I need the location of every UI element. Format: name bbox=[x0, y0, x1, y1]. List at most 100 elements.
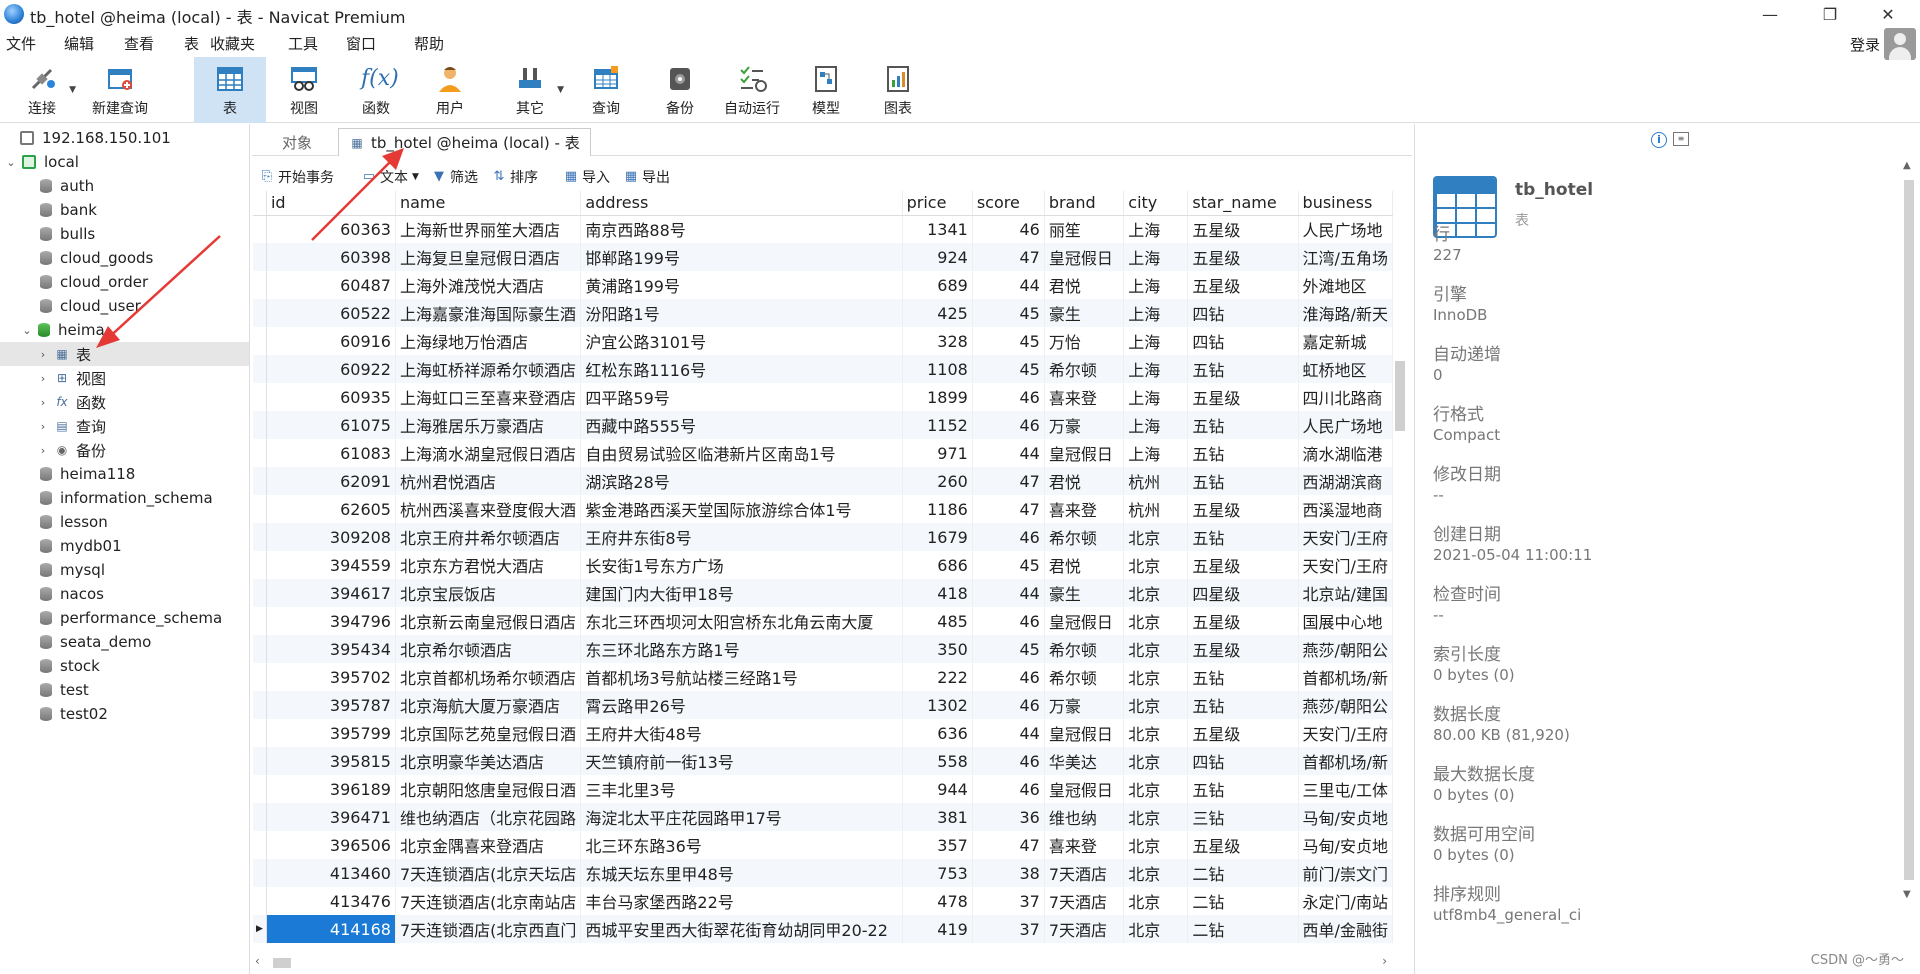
cell-star-name[interactable]: 五星级 bbox=[1187, 831, 1299, 859]
cell-name[interactable]: 北京海航大厦万豪酒店 bbox=[395, 691, 582, 719]
cell-city[interactable]: 北京 bbox=[1123, 887, 1189, 915]
cell-business[interactable]: 首都机场/新 bbox=[1298, 747, 1393, 775]
cell-name[interactable]: 上海新世界丽笙大酒店 bbox=[395, 215, 582, 243]
cell-score[interactable]: 45 bbox=[972, 299, 1045, 327]
table-row[interactable]: 60398 上海复旦皇冠假日酒店 邯郸路199号 924 47 皇冠假日 上海 五星级 江湾/五… bbox=[253, 243, 1393, 271]
cell-score[interactable]: 47 bbox=[972, 243, 1045, 271]
table-row[interactable]: 60922 上海虹桥祥源希尔顿酒店 红松东路1116号 1108 45 希尔顿 上海 五钻 虹桥… bbox=[253, 355, 1393, 383]
cell-brand[interactable]: 君悦 bbox=[1044, 551, 1125, 579]
cell-id[interactable]: 413460 bbox=[266, 859, 396, 887]
cell-brand[interactable]: 皇冠假日 bbox=[1044, 607, 1125, 635]
cell-name[interactable]: 维也纳酒店（北京花园路 bbox=[395, 803, 582, 831]
cell-score[interactable]: 44 bbox=[972, 271, 1045, 299]
minimize-button[interactable]: — bbox=[1744, 0, 1796, 28]
cell-star-name[interactable]: 四星级 bbox=[1187, 579, 1299, 607]
cell-id[interactable]: 61075 bbox=[266, 411, 396, 439]
other-button[interactable]: 其它 ▼ bbox=[494, 57, 566, 123]
cell-business[interactable]: 天安门/王府 bbox=[1298, 719, 1393, 747]
row-marker[interactable] bbox=[253, 747, 268, 775]
table-row[interactable]: 60487 上海外滩茂悦大酒店 黄浦路199号 689 44 君悦 上海 五星级 外滩地区 bbox=[253, 271, 1393, 299]
table-row[interactable]: 62091 杭州君悦酒店 湖滨路28号 260 47 君悦 杭州 五钻 西湖湖滨商 bbox=[253, 467, 1393, 495]
table-row[interactable]: 60363 上海新世界丽笙大酒店 南京西路88号 1341 46 丽笙 上海 五星级 人民广场地 bbox=[253, 215, 1393, 243]
cell-address[interactable]: 紫金港路西溪天堂国际旅游综合体1号 bbox=[580, 495, 903, 523]
cell-address[interactable]: 汾阳路1号 bbox=[580, 299, 903, 327]
cell-star-name[interactable]: 五星级 bbox=[1187, 719, 1299, 747]
table-button[interactable]: 表 bbox=[194, 57, 266, 123]
cell-name[interactable]: 上海虹桥祥源希尔顿酒店 bbox=[395, 355, 582, 383]
cell-star-name[interactable]: 二钻 bbox=[1187, 859, 1299, 887]
current-row-marker-icon[interactable]: ▶ bbox=[253, 915, 268, 943]
row-marker[interactable] bbox=[253, 383, 268, 411]
cell-city[interactable]: 北京 bbox=[1123, 691, 1189, 719]
cell-price[interactable]: 1302 bbox=[902, 691, 973, 719]
menu-view[interactable]: 查看 bbox=[124, 33, 154, 54]
cell-name[interactable]: 北京新云南皇冠假日酒店 bbox=[395, 607, 582, 635]
cell-business[interactable]: 国展中心地 bbox=[1298, 607, 1393, 635]
cell-star-name[interactable]: 五星级 bbox=[1187, 383, 1299, 411]
table-row[interactable]: 61075 上海雅居乐万豪酒店 西藏中路555号 1152 46 万豪 上海 五钻 人民广场地 bbox=[253, 411, 1393, 439]
row-marker[interactable] bbox=[253, 327, 268, 355]
cell-brand[interactable]: 皇冠假日 bbox=[1044, 243, 1125, 271]
cell-price[interactable]: 971 bbox=[902, 439, 973, 467]
cell-price[interactable]: 1186 bbox=[902, 495, 973, 523]
cell-star-name[interactable]: 三钻 bbox=[1187, 803, 1299, 831]
tree-db-test02[interactable]: test02 bbox=[40, 702, 108, 726]
scrollbar-thumb[interactable] bbox=[1395, 361, 1405, 431]
cell-score[interactable]: 45 bbox=[972, 327, 1045, 355]
cell-address[interactable]: 西藏中路555号 bbox=[580, 411, 903, 439]
cell-brand[interactable]: 华美达 bbox=[1044, 747, 1125, 775]
table-row[interactable]: 60916 上海绿地万怡酒店 沪宜公路3101号 328 45 万怡 上海 四钻 嘉定新城 bbox=[253, 327, 1393, 355]
cell-address[interactable]: 霄云路甲26号 bbox=[580, 691, 903, 719]
row-marker[interactable] bbox=[253, 243, 268, 271]
row-marker[interactable] bbox=[253, 523, 268, 551]
tree-db-heima118[interactable]: heima118 bbox=[40, 462, 135, 486]
column-header-business[interactable]: business bbox=[1298, 191, 1393, 216]
row-marker[interactable] bbox=[253, 803, 268, 831]
cell-id[interactable]: 309208 bbox=[266, 523, 396, 551]
tree-db-auth[interactable]: auth bbox=[40, 174, 94, 198]
cell-address[interactable]: 邯郸路199号 bbox=[580, 243, 903, 271]
cell-score[interactable]: 47 bbox=[972, 467, 1045, 495]
row-marker[interactable] bbox=[253, 355, 268, 383]
cell-star-name[interactable]: 五钻 bbox=[1187, 439, 1299, 467]
cell-id[interactable]: 60922 bbox=[266, 355, 396, 383]
cell-id[interactable]: 394796 bbox=[266, 607, 396, 635]
model-button[interactable]: 模型 bbox=[790, 57, 862, 123]
row-marker[interactable] bbox=[253, 691, 268, 719]
export-button[interactable]: ▦ 导出 bbox=[624, 167, 670, 187]
cell-star-name[interactable]: 五钻 bbox=[1187, 523, 1299, 551]
cell-score[interactable]: 46 bbox=[972, 663, 1045, 691]
cell-price[interactable]: 1679 bbox=[902, 523, 973, 551]
chevron-down-icon[interactable]: ⌄ bbox=[20, 324, 34, 337]
cell-brand[interactable]: 7天酒店 bbox=[1044, 887, 1125, 915]
cell-address[interactable]: 东三环北路东方路1号 bbox=[580, 635, 903, 663]
cell-star-name[interactable]: 五钻 bbox=[1187, 663, 1299, 691]
cell-price[interactable]: 924 bbox=[902, 243, 973, 271]
chevron-right-icon[interactable]: › bbox=[36, 348, 50, 361]
cell-score[interactable]: 46 bbox=[972, 411, 1045, 439]
cell-price[interactable]: 260 bbox=[902, 467, 973, 495]
table-row[interactable]: 396189 北京朝阳悠唐皇冠假日酒 三丰北里3号 944 46 皇冠假日 北京 五钻 三里屯/… bbox=[253, 775, 1393, 803]
cell-address[interactable]: 王府井大街48号 bbox=[580, 719, 903, 747]
cell-city[interactable]: 北京 bbox=[1123, 607, 1189, 635]
cell-id[interactable]: 395434 bbox=[266, 635, 396, 663]
tree-db-nacos[interactable]: nacos bbox=[40, 582, 104, 606]
cell-star-name[interactable]: 五星级 bbox=[1187, 243, 1299, 271]
cell-brand[interactable]: 豪生 bbox=[1044, 299, 1125, 327]
table-row[interactable]: 394617 北京宝辰饭店 建国门内大街甲18号 418 44 豪生 北京 四星级 北京站/建国 bbox=[253, 579, 1393, 607]
cell-score[interactable]: 44 bbox=[972, 719, 1045, 747]
scroll-right-icon[interactable]: › bbox=[1382, 954, 1387, 968]
tree-db-bank[interactable]: bank bbox=[40, 198, 97, 222]
cell-name[interactable]: 上海复旦皇冠假日酒店 bbox=[395, 243, 582, 271]
cell-price[interactable]: 944 bbox=[902, 775, 973, 803]
cell-address[interactable]: 红松东路1116号 bbox=[580, 355, 903, 383]
cell-address[interactable]: 长安街1号东方广场 bbox=[580, 551, 903, 579]
cell-brand[interactable]: 7天酒店 bbox=[1044, 915, 1125, 943]
cell-business[interactable]: 三里屯/工体 bbox=[1298, 775, 1393, 803]
ddl-icon[interactable]: ≡ bbox=[1673, 132, 1689, 146]
cell-price[interactable]: 689 bbox=[902, 271, 973, 299]
scroll-up-icon[interactable]: ▲ bbox=[1903, 160, 1911, 171]
cell-brand[interactable]: 维也纳 bbox=[1044, 803, 1125, 831]
cell-business[interactable]: 西溪湿地商 bbox=[1298, 495, 1393, 523]
cell-name[interactable]: 7天连锁酒店(北京天坛店 bbox=[395, 859, 582, 887]
